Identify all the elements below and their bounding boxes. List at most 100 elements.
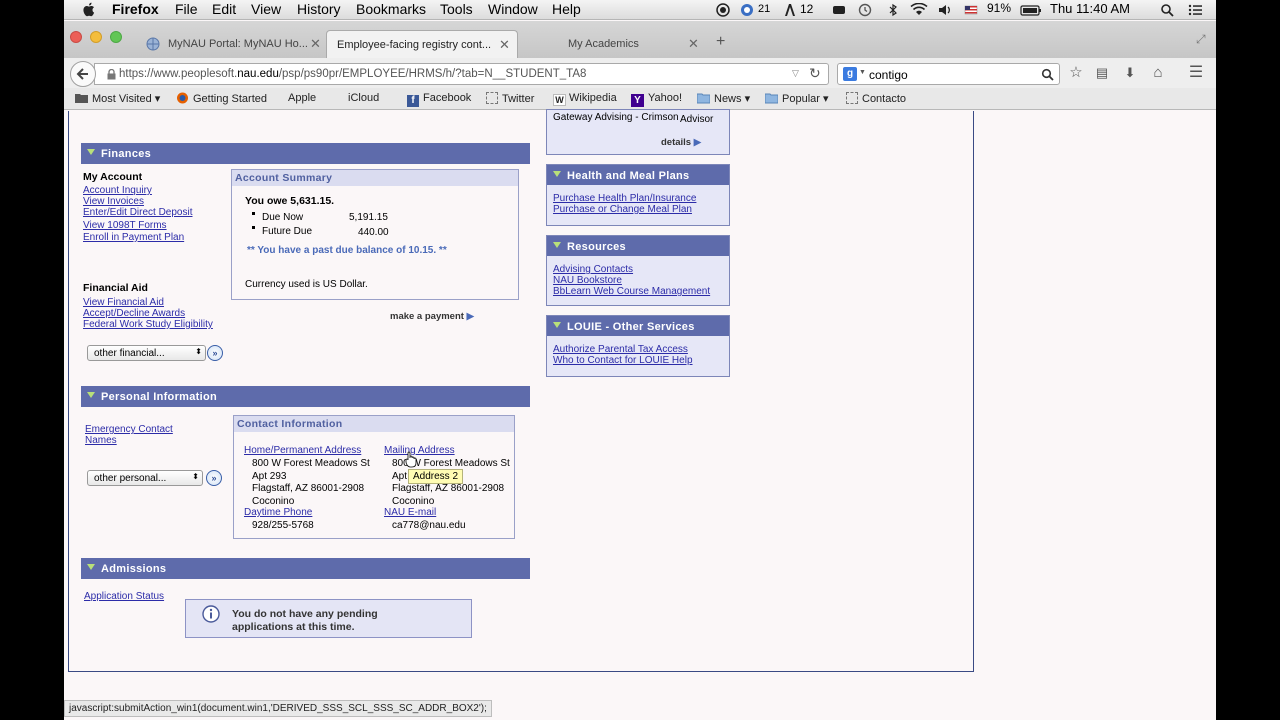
other-personal-select[interactable]: other personal... ⬍ bbox=[87, 470, 203, 486]
collapse-triangle-icon[interactable] bbox=[87, 564, 95, 570]
personal-info-header[interactable]: Personal Information bbox=[81, 386, 530, 407]
url-dropdown-icon[interactable]: ▽ bbox=[792, 68, 799, 79]
menu-tools[interactable]: Tools bbox=[440, 1, 473, 17]
battery-icon[interactable] bbox=[1020, 3, 1042, 17]
work-study-link[interactable]: Federal Work Study Eligibility bbox=[83, 319, 213, 330]
apple-menu-icon[interactable] bbox=[82, 2, 95, 17]
louie-services-header[interactable]: LOUIE - Other Services bbox=[547, 316, 729, 336]
adobe-icon[interactable] bbox=[784, 3, 798, 17]
tab-my-academics[interactable]: My Academics ✕ bbox=[518, 30, 708, 58]
close-window-icon[interactable] bbox=[70, 31, 82, 43]
back-button[interactable] bbox=[70, 61, 96, 87]
spotlight-search-icon[interactable] bbox=[1160, 3, 1174, 17]
bookmark-wikipedia[interactable]: W Wikipedia bbox=[553, 92, 617, 106]
close-tab-icon[interactable]: ✕ bbox=[310, 36, 321, 52]
google-icon[interactable]: g bbox=[843, 67, 857, 81]
url-bar[interactable]: https://www.peoplesoft.nau.edu/psp/ps90p… bbox=[94, 63, 829, 85]
bookmark-contacto[interactable]: Contacto bbox=[846, 92, 906, 105]
clock[interactable]: Thu 11:40 AM bbox=[1050, 1, 1130, 16]
tab-mynau-portal[interactable]: MyNAU Portal: MyNAU Ho... ✕ bbox=[140, 30, 326, 58]
application-status-link[interactable]: Application Status bbox=[84, 591, 164, 602]
other-financial-select[interactable]: other financial... ⬍ bbox=[87, 345, 206, 361]
health-meal-header[interactable]: Health and Meal Plans bbox=[547, 165, 729, 185]
direct-deposit-link[interactable]: Enter/Edit Direct Deposit bbox=[83, 207, 193, 218]
menu-edit[interactable]: Edit bbox=[212, 1, 236, 17]
new-tab-icon[interactable]: + bbox=[716, 33, 725, 51]
menu-app[interactable]: Firefox bbox=[112, 1, 159, 17]
bookmark-yahoo[interactable]: Y Yahoo! bbox=[631, 92, 682, 107]
cloud-sync-icon[interactable] bbox=[740, 3, 754, 17]
menu-view[interactable]: View bbox=[251, 1, 281, 17]
search-icon[interactable] bbox=[1041, 68, 1054, 81]
bookmark-twitter[interactable]: Twitter bbox=[486, 92, 534, 105]
menu-window[interactable]: Window bbox=[488, 1, 538, 17]
advising-contacts-link[interactable]: Advising Contacts bbox=[553, 264, 633, 275]
louie-help-link[interactable]: Who to Contact for LOUIE Help bbox=[553, 355, 693, 366]
bookstore-link[interactable]: NAU Bookstore bbox=[553, 275, 622, 286]
mailing-address-link[interactable]: Mailing Address bbox=[384, 445, 455, 456]
meal-plan-link[interactable]: Purchase or Change Meal Plan bbox=[553, 204, 692, 215]
view-1098t-link[interactable]: View 1098T Forms bbox=[83, 220, 167, 231]
reading-list-icon[interactable]: ▤ bbox=[1094, 65, 1110, 81]
notification-center-icon[interactable] bbox=[1188, 3, 1202, 17]
nau-email-link[interactable]: NAU E-mail bbox=[384, 507, 436, 518]
tab-employee-registry[interactable]: Employee-facing registry cont... ✕ bbox=[326, 30, 518, 58]
collapse-triangle-icon[interactable] bbox=[553, 171, 561, 177]
resources-header[interactable]: Resources bbox=[547, 236, 729, 256]
payment-plan-link[interactable]: Enroll in Payment Plan bbox=[83, 232, 184, 243]
volume-icon[interactable] bbox=[938, 3, 952, 17]
lock-icon[interactable] bbox=[107, 69, 116, 80]
time-machine-icon[interactable] bbox=[858, 3, 872, 17]
wifi-icon[interactable] bbox=[910, 3, 928, 17]
emergency-contact-link-cont[interactable]: Names bbox=[85, 435, 117, 446]
menu-bookmarks[interactable]: Bookmarks bbox=[356, 1, 426, 17]
accept-decline-awards-link[interactable]: Accept/Decline Awards bbox=[83, 308, 185, 319]
health-plan-link[interactable]: Purchase Health Plan/Insurance bbox=[553, 193, 696, 204]
account-inquiry-link[interactable]: Account Inquiry bbox=[83, 185, 152, 196]
zoom-window-icon[interactable] bbox=[110, 31, 122, 43]
menu-history[interactable]: History bbox=[297, 1, 341, 17]
view-invoices-link[interactable]: View Invoices bbox=[83, 196, 144, 207]
bblearn-link[interactable]: BbLearn Web Course Management bbox=[553, 286, 710, 297]
daytime-phone-link[interactable]: Daytime Phone bbox=[244, 507, 312, 518]
fullscreen-icon[interactable]: ⤢ bbox=[1196, 32, 1206, 47]
reload-icon[interactable]: ↻ bbox=[809, 65, 821, 82]
go-personal-button[interactable]: » bbox=[206, 470, 222, 486]
close-tab-icon[interactable]: ✕ bbox=[688, 36, 699, 52]
menu-hamburger-icon[interactable]: ☰ bbox=[1188, 65, 1204, 81]
bookmark-news[interactable]: News ▾ bbox=[697, 92, 750, 105]
display-icon[interactable] bbox=[832, 3, 846, 17]
record-icon[interactable] bbox=[716, 3, 730, 17]
go-financial-button[interactable]: » bbox=[207, 345, 223, 361]
search-engine-dropdown-icon[interactable]: ▼ bbox=[859, 69, 866, 76]
bluetooth-icon[interactable] bbox=[886, 3, 900, 17]
bookmark-most-visited[interactable]: Most Visited ▾ bbox=[75, 92, 160, 105]
flag-icon[interactable] bbox=[964, 3, 978, 17]
search-input[interactable]: contigo bbox=[869, 68, 908, 82]
parental-tax-link[interactable]: Authorize Parental Tax Access bbox=[553, 344, 688, 355]
collapse-triangle-icon[interactable] bbox=[553, 242, 561, 248]
admissions-header[interactable]: Admissions bbox=[81, 558, 530, 579]
make-payment-link[interactable]: make a payment ▶ bbox=[390, 311, 474, 322]
minimize-window-icon[interactable] bbox=[90, 31, 102, 43]
bookmark-getting-started[interactable]: Getting Started bbox=[176, 92, 267, 105]
search-bar[interactable]: g ▼ contigo bbox=[837, 63, 1060, 85]
collapse-triangle-icon[interactable] bbox=[553, 322, 561, 328]
home-icon[interactable]: ⌂ bbox=[1150, 65, 1166, 81]
close-tab-icon[interactable]: ✕ bbox=[499, 37, 510, 53]
home-address-link[interactable]: Home/Permanent Address bbox=[244, 445, 361, 456]
emergency-contact-link[interactable]: Emergency Contact bbox=[85, 424, 173, 435]
collapse-triangle-icon[interactable] bbox=[87, 149, 95, 155]
menu-file[interactable]: File bbox=[175, 1, 198, 17]
view-financial-aid-link[interactable]: View Financial Aid bbox=[83, 297, 164, 308]
collapse-triangle-icon[interactable] bbox=[87, 392, 95, 398]
finances-header[interactable]: Finances bbox=[81, 143, 530, 164]
downloads-icon[interactable]: ⬇ bbox=[1122, 65, 1138, 81]
advisor-details-link[interactable]: details ▶ bbox=[661, 137, 701, 148]
menu-help[interactable]: Help bbox=[552, 1, 581, 17]
bookmark-facebook[interactable]: f Facebook bbox=[407, 92, 471, 107]
bookmark-star-icon[interactable]: ☆ bbox=[1068, 65, 1084, 81]
bookmark-popular[interactable]: Popular ▾ bbox=[765, 92, 829, 105]
bookmark-icloud[interactable]: iCloud bbox=[344, 92, 379, 104]
bookmark-apple[interactable]: Apple bbox=[284, 92, 316, 104]
